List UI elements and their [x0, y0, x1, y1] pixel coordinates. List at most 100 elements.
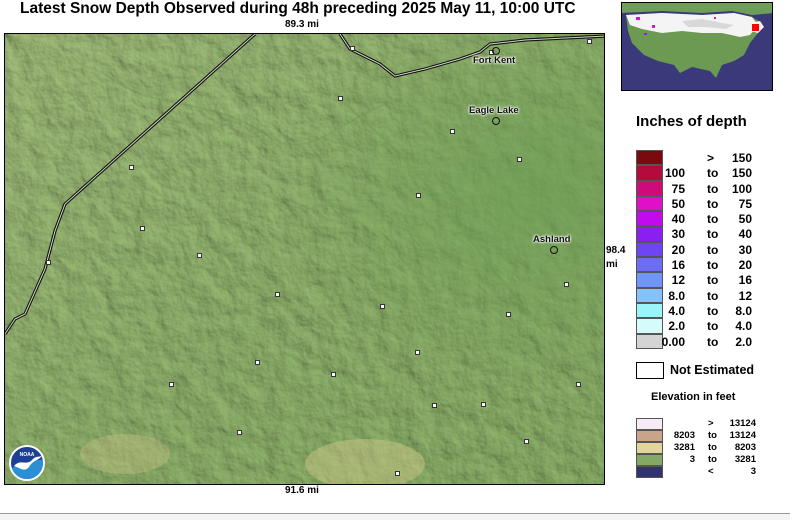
- elevation-hi-label: 3: [750, 466, 756, 477]
- elevation-hi-label: 13124: [729, 418, 756, 429]
- elevation-swatch: [636, 466, 663, 478]
- station-marker[interactable]: [46, 260, 51, 265]
- legend-lo-label: 16: [671, 258, 685, 273]
- station-marker[interactable]: [197, 253, 202, 258]
- elevation-swatch: [636, 430, 663, 442]
- legend-lo-label: 40: [671, 212, 685, 227]
- station-marker[interactable]: [338, 96, 343, 101]
- map-title: Latest Snow Depth Observed during 48h pr…: [20, 0, 576, 17]
- legend-swatch: [636, 150, 663, 166]
- station-marker[interactable]: [416, 193, 421, 198]
- scale-right-unit: mi: [606, 259, 618, 270]
- elevation-hi-label: 3281: [734, 454, 756, 465]
- legend-swatch: [636, 180, 663, 196]
- legend-row: 75 to 100: [636, 180, 776, 196]
- station-marker[interactable]: [275, 292, 280, 297]
- legend-to-label: to: [707, 319, 719, 334]
- legend-hi-label: 150: [731, 166, 752, 181]
- city-marker-fort-kent[interactable]: [492, 47, 500, 55]
- not-estimated-label: Not Estimated: [670, 363, 755, 377]
- station-marker[interactable]: [350, 46, 355, 51]
- legend-to-label: to: [707, 273, 719, 288]
- scale-bottom: 91.6 mi: [285, 485, 319, 496]
- legend-swatch: [636, 333, 663, 349]
- legend-hi-label: 2.0: [735, 334, 752, 349]
- legend-lo-label: 2.0: [668, 319, 685, 334]
- legend-hi-label: 100: [731, 181, 752, 196]
- station-marker[interactable]: [517, 157, 522, 162]
- overview-inset-map[interactable]: [621, 2, 773, 91]
- inset-region-box: [752, 24, 759, 31]
- station-marker[interactable]: [169, 382, 174, 387]
- snow-depth-map[interactable]: Fort Kent Eagle Lake Ashland NOAA: [4, 33, 605, 485]
- legend-swatch: [636, 318, 663, 334]
- station-marker[interactable]: [506, 312, 511, 317]
- legend-row: 30 to 40: [636, 226, 776, 242]
- scale-top: 89.3 mi: [285, 19, 319, 30]
- legend-hi-label: 20: [738, 258, 752, 273]
- legend-row: 40 to 50: [636, 211, 776, 227]
- noaa-bird-icon: [11, 456, 43, 479]
- legend-hi-label: 4.0: [735, 319, 752, 334]
- elevation-lo-label: 3281: [673, 442, 695, 453]
- legend-hi-label: 150: [731, 151, 752, 165]
- station-marker[interactable]: [524, 439, 529, 444]
- legend-lo-label: 100: [664, 166, 685, 181]
- city-marker-eagle-lake[interactable]: [492, 117, 500, 125]
- legend-to-label: to: [707, 288, 719, 303]
- station-marker[interactable]: [237, 430, 242, 435]
- legend-hi-label: 12: [738, 288, 752, 303]
- legend-row: 20 to 30: [636, 241, 776, 258]
- elevation-to-label: to: [708, 430, 717, 441]
- station-marker[interactable]: [576, 382, 581, 387]
- city-marker-ashland[interactable]: [550, 246, 558, 254]
- elevation-to-label: <: [708, 466, 714, 477]
- legend-row: 100 to 150: [636, 165, 776, 181]
- elevation-hi-label: 13124: [729, 430, 756, 441]
- station-marker[interactable]: [129, 165, 134, 170]
- legend-to-label: to: [707, 303, 719, 318]
- legend-lo-label: 50: [671, 196, 685, 211]
- legend-to-label: >: [707, 151, 715, 165]
- legend-hi-label: 40: [738, 227, 752, 242]
- station-marker[interactable]: [395, 471, 400, 476]
- elevation-row: 8203 to 13124: [636, 430, 776, 442]
- station-marker[interactable]: [255, 360, 260, 365]
- legend-lo-label: 8.0: [668, 288, 685, 303]
- legend-to-label: to: [707, 242, 719, 257]
- legend-row: 4.0 to 8.0: [636, 302, 776, 319]
- legend-swatch: [636, 257, 663, 273]
- elevation-legend-title: Elevation in feet: [651, 391, 736, 403]
- station-marker[interactable]: [450, 129, 455, 134]
- station-marker[interactable]: [481, 402, 486, 407]
- station-marker[interactable]: [415, 350, 420, 355]
- elevation-to-label: >: [708, 418, 714, 429]
- legend-lo-label: 0.00: [661, 334, 685, 349]
- legend-lo-label: 4.0: [668, 303, 685, 318]
- station-marker[interactable]: [432, 403, 437, 408]
- scale-right-value: 98.4: [606, 245, 626, 256]
- station-marker[interactable]: [331, 372, 336, 377]
- legend-to-label: to: [707, 196, 719, 211]
- legend-hi-label: 16: [738, 273, 752, 288]
- elevation-row: 3281 to 8203: [636, 442, 776, 454]
- elevation-row: 3 to 3281: [636, 454, 776, 466]
- not-estimated-swatch: [636, 362, 664, 379]
- legend-swatch: [636, 226, 663, 242]
- legend-swatch: [636, 287, 663, 303]
- station-marker[interactable]: [140, 226, 145, 231]
- legend-to-label: to: [707, 212, 719, 227]
- elevation-legend: >13124 8203 to 13124 3281 to 8203 3 to 3281 <3: [636, 418, 776, 478]
- legend-hi-label: 30: [738, 242, 752, 257]
- legend-to-label: to: [707, 227, 719, 242]
- elevation-swatch: [636, 418, 663, 430]
- legend-hi-label: 75: [738, 196, 752, 211]
- station-marker[interactable]: [564, 282, 569, 287]
- elevation-lo-label: 8203: [673, 430, 695, 441]
- legend-swatch: [636, 302, 663, 319]
- station-marker[interactable]: [587, 39, 592, 44]
- station-marker[interactable]: [380, 304, 385, 309]
- legend-lo-label: 20: [671, 242, 685, 257]
- legend-row: 8.0 to 12: [636, 287, 776, 303]
- legend-swatch: [636, 211, 663, 227]
